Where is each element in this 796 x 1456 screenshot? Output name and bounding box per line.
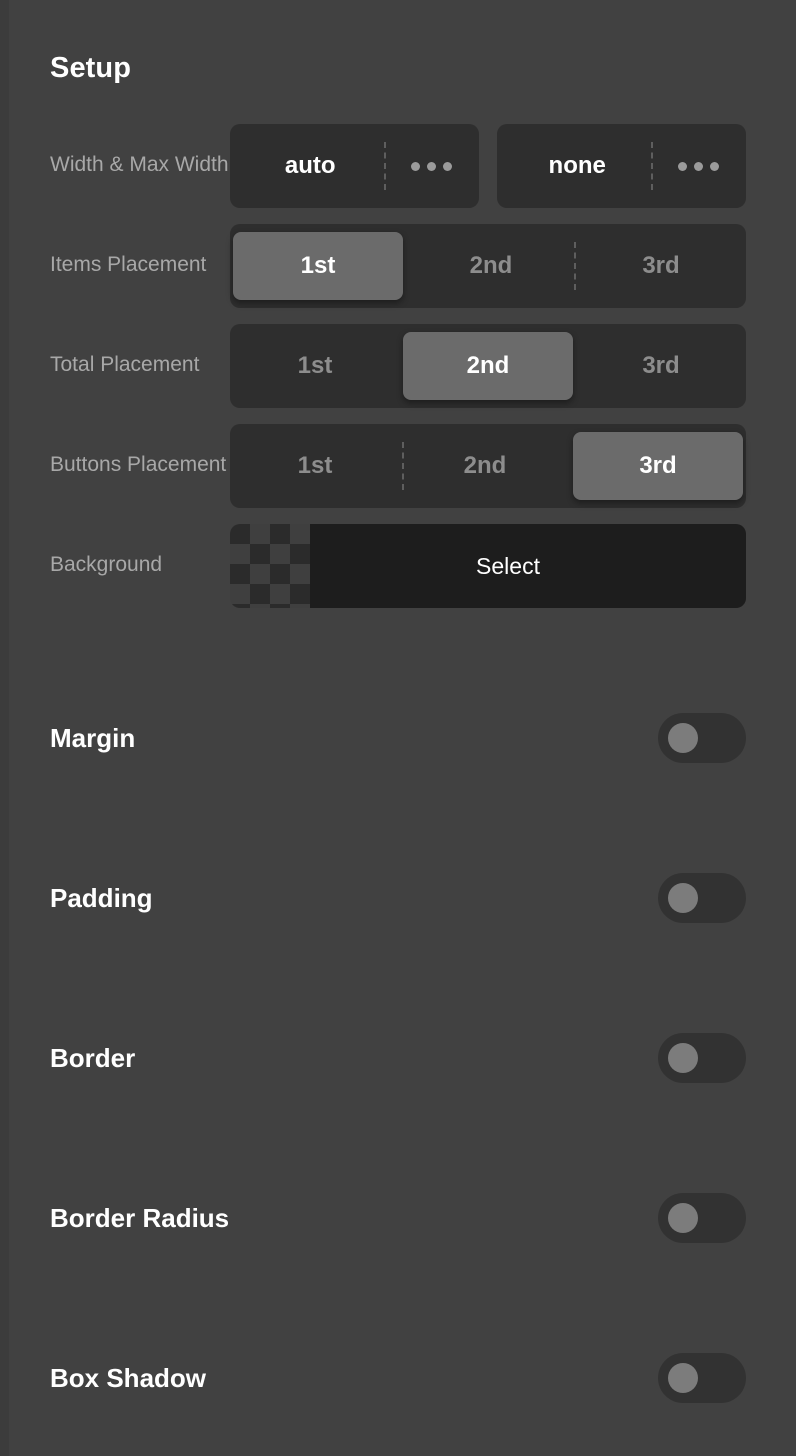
toggle-knob — [668, 883, 698, 913]
width-max-width-controls: auto none — [230, 124, 746, 208]
background-controls: Select — [230, 524, 746, 608]
total-placement-segmented: 1st 2nd 3rd — [230, 324, 746, 408]
section-margin: Margin — [0, 713, 796, 763]
total-placement-option-3rd[interactable]: 3rd — [576, 324, 746, 408]
width-value: auto — [284, 152, 336, 179]
background-select-label: Select — [476, 552, 540, 579]
items-placement-option-1st[interactable]: 1st — [233, 232, 403, 300]
row-label-buttons-placement: Buttons Placement — [50, 453, 227, 476]
setup-panel: Setup Width & Max Width auto none Items … — [0, 0, 796, 1456]
buttons-placement-option-2nd[interactable]: 2nd — [400, 424, 570, 508]
items-placement-option-2nd[interactable]: 2nd — [406, 224, 576, 308]
section-title-border: Border — [50, 1043, 136, 1073]
row-label-width-max-width: Width & Max Width — [50, 153, 229, 176]
background-color-control[interactable]: Select — [230, 524, 746, 608]
width-divider — [384, 142, 387, 190]
section-title-box-shadow: Box Shadow — [50, 1363, 207, 1393]
items-placement-segmented: 1st 2nd 3rd — [230, 224, 746, 308]
items-placement-option-3rd[interactable]: 3rd — [576, 224, 746, 308]
section-padding: Padding — [0, 873, 796, 923]
buttons-placement-controls: 1st 2nd 3rd — [230, 424, 746, 508]
max-width-value-control[interactable]: none — [497, 124, 746, 208]
width-value-control[interactable]: auto — [230, 124, 479, 208]
max-width-divider — [651, 142, 654, 190]
section-border: Border — [0, 1033, 796, 1083]
total-placement-option-1st[interactable]: 1st — [230, 324, 400, 408]
border-toggle[interactable] — [658, 1033, 746, 1083]
buttons-placement-segmented: 1st 2nd 3rd — [230, 424, 746, 508]
section-box-shadow: Box Shadow — [0, 1353, 796, 1403]
max-width-value: none — [548, 152, 606, 179]
row-label-background: Background — [50, 553, 163, 576]
toggle-knob — [668, 723, 698, 753]
margin-toggle[interactable] — [658, 713, 746, 763]
buttons-placement-option-3rd[interactable]: 3rd — [573, 432, 743, 500]
ellipsis-icon[interactable] — [651, 161, 746, 171]
row-label-items-placement: Items Placement — [50, 253, 207, 276]
toggle-knob — [668, 1043, 698, 1073]
total-placement-option-2nd[interactable]: 2nd — [403, 332, 573, 400]
section-title-border-radius: Border Radius — [50, 1203, 230, 1233]
section-title-margin: Margin — [50, 723, 136, 753]
row-label-total-placement: Total Placement — [50, 353, 200, 376]
section-border-radius: Border Radius — [0, 1193, 796, 1243]
background-select-button[interactable]: Select — [310, 524, 746, 608]
page-title: Setup — [50, 52, 132, 84]
section-title-padding: Padding — [50, 883, 153, 913]
toggle-knob — [668, 1363, 698, 1393]
toggle-knob — [668, 1203, 698, 1233]
items-placement-controls: 1st 2nd 3rd — [230, 224, 746, 308]
box-shadow-toggle[interactable] — [658, 1353, 746, 1403]
total-placement-controls: 1st 2nd 3rd — [230, 324, 746, 408]
ellipsis-icon[interactable] — [384, 161, 479, 171]
border-radius-toggle[interactable] — [658, 1193, 746, 1243]
padding-toggle[interactable] — [658, 873, 746, 923]
buttons-placement-option-1st[interactable]: 1st — [230, 424, 400, 508]
